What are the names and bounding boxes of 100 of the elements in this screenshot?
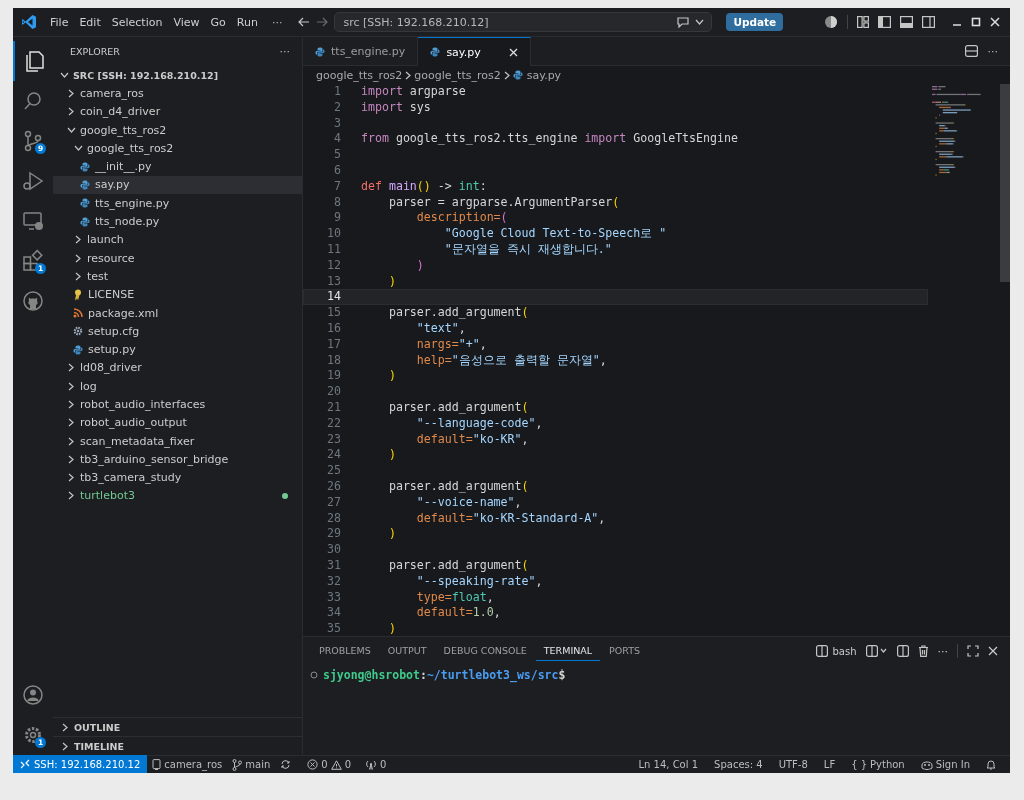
menu-item[interactable]: View (168, 13, 205, 31)
line-number: 7 (333, 178, 342, 195)
split-editor-icon[interactable] (964, 45, 978, 57)
status-item[interactable]: camera_ros (147, 759, 228, 770)
extensions-icon[interactable] (21, 249, 45, 273)
menu-item[interactable]: Edit (74, 13, 106, 31)
status-item[interactable]: Sign In (912, 759, 978, 770)
account-icon[interactable] (21, 683, 45, 707)
scrollbar-thumb[interactable] (1000, 84, 1010, 282)
chevron-down-icon[interactable] (695, 19, 705, 25)
tree-item[interactable]: robot_audio_output (53, 413, 302, 432)
remote-explorer-icon[interactable] (21, 209, 45, 233)
remote-icon (20, 759, 30, 769)
line-number: 20 (326, 384, 342, 400)
menu-item[interactable]: Run (231, 13, 263, 31)
tree-item[interactable]: log (53, 377, 302, 396)
tree-item[interactable]: tts_node.py (53, 212, 302, 231)
toggle-secondary-sidebar-icon[interactable] (922, 16, 935, 28)
tree-item[interactable]: LICENSE (53, 285, 302, 304)
tree-item[interactable]: resource (53, 248, 302, 268)
tree-item[interactable]: package.xml (53, 303, 302, 323)
status-item[interactable]: main (227, 758, 276, 771)
code-line: nargs="+", (415, 336, 487, 353)
line-number: 22 (326, 415, 342, 432)
panel-tab[interactable]: TERMINAL (535, 641, 601, 661)
tree-item[interactable]: say.py (53, 175, 302, 195)
status-item[interactable]: UTF-8 (770, 759, 816, 770)
tree-root-item[interactable]: SRC [SSH: 192.168.210.12] (53, 66, 302, 85)
trash-icon[interactable] (917, 645, 929, 657)
tree-item[interactable]: google_tts_ros2 (53, 120, 302, 140)
command-center-field[interactable]: src [SSH: 192.168.210.12] (334, 12, 713, 32)
breadcrumb-item[interactable]: google_tts_ros2 (316, 68, 403, 82)
tree-item[interactable]: test (53, 267, 302, 286)
tree-item[interactable]: tb3_arduino_sensor_bridge (53, 450, 302, 469)
tree-item[interactable]: setup.cfg (53, 322, 302, 341)
panel-tab[interactable]: PROBLEMS (311, 641, 379, 661)
tree-item[interactable]: tb3_camera_study (53, 468, 302, 487)
more-actions-button[interactable]: ··· (279, 45, 290, 58)
close-icon[interactable] (988, 646, 998, 656)
feed-icon (73, 308, 83, 318)
terminal-selector[interactable]: bash (816, 645, 857, 657)
code-line: default="ko-KR", (415, 431, 529, 448)
more-actions-button[interactable]: ··· (987, 44, 998, 58)
tree-item[interactable]: robot_audio_interfaces (53, 395, 302, 414)
toggle-sidebar-icon[interactable] (878, 16, 891, 28)
section-header[interactable]: OUTLINE (53, 717, 302, 736)
problems-status[interactable]: 0 0 (302, 759, 357, 770)
more-menu-button[interactable]: ··· (263, 15, 291, 29)
tree-item[interactable]: scan_metadata_fixer (53, 431, 302, 451)
warning-icon (330, 759, 342, 770)
code-line: ) (387, 447, 396, 464)
maximize-panel-icon[interactable] (967, 645, 979, 657)
menu-item[interactable]: Go (205, 13, 231, 31)
line-number: 18 (326, 352, 342, 369)
tree-item[interactable]: setup.py (53, 340, 302, 359)
status-item[interactable]: { } Python (843, 759, 913, 770)
new-terminal-split-icon[interactable] (865, 645, 888, 657)
maximize-icon[interactable] (971, 17, 981, 27)
status-item[interactable]: LF (815, 759, 844, 770)
update-button[interactable]: Update (726, 13, 784, 31)
tree-item[interactable]: turtlebot3 (53, 486, 302, 506)
tree-item[interactable]: coin_d4_driver (53, 102, 302, 121)
tree-item[interactable]: __init__.py (53, 157, 302, 176)
breadcrumb-item[interactable]: say.py (512, 68, 562, 82)
code-line: parser.add_argument( (387, 478, 529, 495)
tree-item[interactable]: ld08_driver (53, 358, 302, 378)
status-item[interactable]: Ln 14, Col 1 (630, 759, 707, 770)
layout-icon[interactable] (857, 16, 869, 28)
back-arrow-icon[interactable] (298, 17, 311, 27)
close-icon[interactable] (990, 17, 1000, 27)
status-item[interactable]: Spaces: 4 (706, 759, 771, 770)
bell-icon (986, 759, 996, 770)
panel-tab[interactable]: DEBUG CONSOLE (435, 641, 535, 661)
panel-tab[interactable]: OUTPUT (379, 641, 435, 661)
branch-icon (232, 758, 243, 771)
panel-tab[interactable]: PORTS (601, 641, 649, 661)
tree-item[interactable]: google_tts_ros2 (53, 139, 302, 158)
sync-icon (280, 759, 292, 770)
tree-item[interactable]: launch (53, 230, 302, 249)
run-debug-icon[interactable] (21, 169, 45, 193)
menu-item[interactable]: File (45, 13, 74, 31)
line-number: 13 (326, 273, 342, 290)
code-line: ) (415, 257, 424, 274)
status-item[interactable]: 0 (360, 759, 392, 770)
more-actions-button[interactable]: ··· (937, 644, 948, 658)
breadcrumb-item[interactable]: google_tts_ros2 (414, 68, 501, 82)
split-terminal-icon[interactable] (896, 645, 909, 657)
tree-item[interactable]: camera_ros (53, 84, 302, 103)
tree-item[interactable]: tts_engine.py (53, 194, 302, 213)
editor-tab[interactable]: say.py (418, 37, 531, 66)
forward-arrow-icon[interactable] (316, 17, 329, 27)
remote-indicator[interactable]: SSH: 192.168.210.12 (13, 755, 148, 773)
toggle-panel-icon[interactable] (900, 16, 913, 28)
close-icon[interactable] (508, 47, 518, 57)
line-number: 4 (333, 131, 342, 148)
app-logo-icon[interactable] (21, 14, 37, 30)
menu-item[interactable]: Selection (106, 13, 168, 31)
line-number: 33 (326, 589, 342, 606)
github-icon[interactable] (21, 289, 45, 313)
python-file-icon (73, 344, 83, 355)
